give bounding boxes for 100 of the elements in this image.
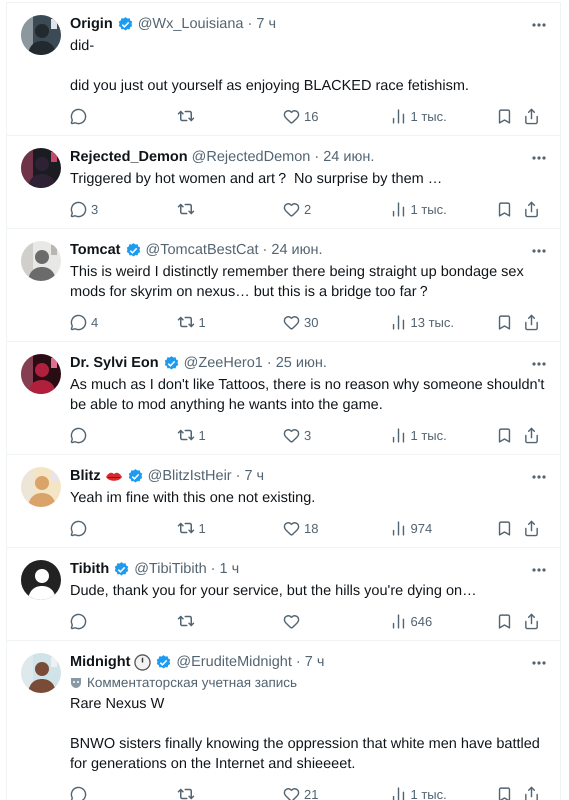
views-button[interactable]: 13 тыс.: [390, 314, 496, 330]
heart-icon: [283, 520, 300, 536]
author-name[interactable]: Midnight: [70, 653, 130, 672]
author-handle[interactable]: @BlitzIstHeir: [148, 467, 232, 486]
heart-icon: [283, 786, 300, 800]
author-name[interactable]: Blitz: [70, 467, 101, 486]
views-button[interactable]: 1 тыс.: [390, 426, 496, 444]
bookmark-button[interactable]: [496, 786, 513, 800]
mask-icon: [70, 677, 82, 689]
views-button[interactable]: 1 тыс.: [390, 200, 496, 218]
bookmark-button[interactable]: [496, 108, 513, 124]
reply-text: BNWO sisters finally knowing the oppression that white men have battled for generations on the Internet and shieeeet.: [70, 735, 541, 774]
bookmark-icon: [496, 786, 513, 800]
share-icon: [523, 314, 540, 330]
reply-button[interactable]: 4: [70, 314, 176, 330]
verified-badge-icon: [124, 242, 142, 259]
clock-icon: [134, 654, 152, 671]
heart-icon: [283, 108, 300, 124]
like-button[interactable]: 3: [283, 426, 390, 444]
reply-button[interactable]: 3: [70, 200, 176, 218]
share-button[interactable]: [523, 520, 540, 536]
views-button[interactable]: 1 тыс.: [390, 108, 496, 124]
more-button[interactable]: [532, 660, 546, 664]
author-name[interactable]: Rejected_Demon: [70, 148, 188, 167]
more-button[interactable]: [532, 22, 546, 26]
more-icon: [532, 568, 546, 572]
bookmark-button[interactable]: [496, 520, 513, 536]
speech-bubble-icon: [70, 520, 87, 536]
verified-badge-icon: [155, 654, 172, 671]
views-button[interactable]: 974: [390, 520, 496, 536]
author-handle[interactable]: @Wx_Louisiana: [138, 15, 244, 34]
like-button[interactable]: 2: [283, 200, 390, 218]
reply-text: did-: [70, 37, 96, 56]
verified-badge-icon: [162, 355, 180, 372]
separator-dot: ·: [314, 148, 320, 167]
more-icon: [532, 22, 546, 26]
author-handle[interactable]: @TomcatBestCat: [146, 241, 259, 260]
author-handle[interactable]: @ZeeHero1: [184, 354, 263, 373]
post-time[interactable]: 7 ч: [256, 15, 276, 34]
like-button[interactable]: 21: [283, 786, 390, 800]
bookmark-button[interactable]: [496, 200, 513, 218]
more-button[interactable]: [532, 156, 546, 160]
more-button[interactable]: [532, 248, 546, 252]
more-button[interactable]: [532, 362, 546, 366]
author-handle[interactable]: @EruditeMidnight: [176, 653, 292, 672]
separator-dot: ·: [236, 467, 240, 486]
speech-bubble-icon: [70, 200, 87, 218]
heart-icon: [283, 314, 300, 330]
more-button[interactable]: [532, 568, 546, 572]
more-button[interactable]: [532, 474, 546, 478]
author-name[interactable]: Tibith: [70, 560, 110, 579]
bookmark-icon: [496, 200, 513, 218]
heart-icon: [283, 426, 300, 444]
share-button[interactable]: [523, 786, 540, 800]
share-icon: [523, 426, 540, 444]
post-time[interactable]: 7 ч: [304, 653, 324, 672]
repost-button[interactable]: 1: [176, 519, 283, 537]
share-button[interactable]: [523, 108, 540, 124]
verified-badge-icon: [126, 468, 144, 485]
share-button[interactable]: [523, 314, 540, 330]
reply-text: Triggered by hot women and art？ No surprise by them …: [70, 170, 444, 189]
separator-dot: ·: [210, 560, 216, 579]
more-icon: [532, 156, 546, 160]
more-icon: [532, 660, 546, 664]
author-name[interactable]: Tomcat: [70, 241, 120, 260]
heart-icon: [283, 200, 300, 218]
author-name[interactable]: Origin: [70, 15, 113, 34]
post-time[interactable]: 24 июн.: [323, 148, 374, 167]
repost-button[interactable]: 1: [176, 426, 283, 444]
like-button[interactable]: 18: [283, 520, 390, 536]
reply-text: Dude, thank you for your service, but the hills you're dying on…: [70, 582, 478, 601]
author-handle[interactable]: @TibiTibith: [134, 560, 207, 579]
share-button[interactable]: [523, 612, 540, 630]
reply-text: This is weird I distinctly remember there being straight up bondage sex mods for skyrim on nexus… but this is a bridge too far？: [70, 263, 525, 302]
repost-button[interactable]: 1: [176, 313, 283, 331]
post-time[interactable]: 7 ч: [244, 467, 264, 486]
author-name[interactable]: Dr. Sylvi Eon: [70, 354, 159, 373]
bookmark-icon: [496, 612, 513, 630]
separator-dot: ·: [296, 653, 301, 672]
share-button[interactable]: [523, 426, 540, 444]
share-icon: [523, 520, 540, 536]
post-time[interactable]: 24 июн.: [271, 241, 323, 260]
verified-badge-icon: [113, 561, 130, 578]
lips-emoji-icon: [104, 470, 123, 482]
views-button[interactable]: 1 тыс.: [390, 786, 496, 800]
separator-dot: ·: [248, 15, 252, 34]
bookmark-button[interactable]: [496, 314, 513, 330]
like-button[interactable]: 30: [283, 314, 390, 330]
reply-text: Yeah im fine with this one not existing.: [70, 489, 316, 508]
post-time[interactable]: 25 июн.: [276, 354, 327, 373]
post-time[interactable]: 1 ч: [220, 560, 240, 579]
heart-icon: [283, 612, 300, 630]
share-button[interactable]: [523, 200, 540, 218]
bookmark-icon: [496, 520, 513, 536]
bookmark-button[interactable]: [496, 426, 513, 444]
views-button[interactable]: 646: [390, 612, 496, 630]
speech-bubble-icon: [70, 314, 87, 330]
author-handle[interactable]: @RejectedDemon: [192, 148, 310, 167]
like-button[interactable]: 16: [283, 108, 390, 124]
bookmark-button[interactable]: [496, 612, 513, 630]
